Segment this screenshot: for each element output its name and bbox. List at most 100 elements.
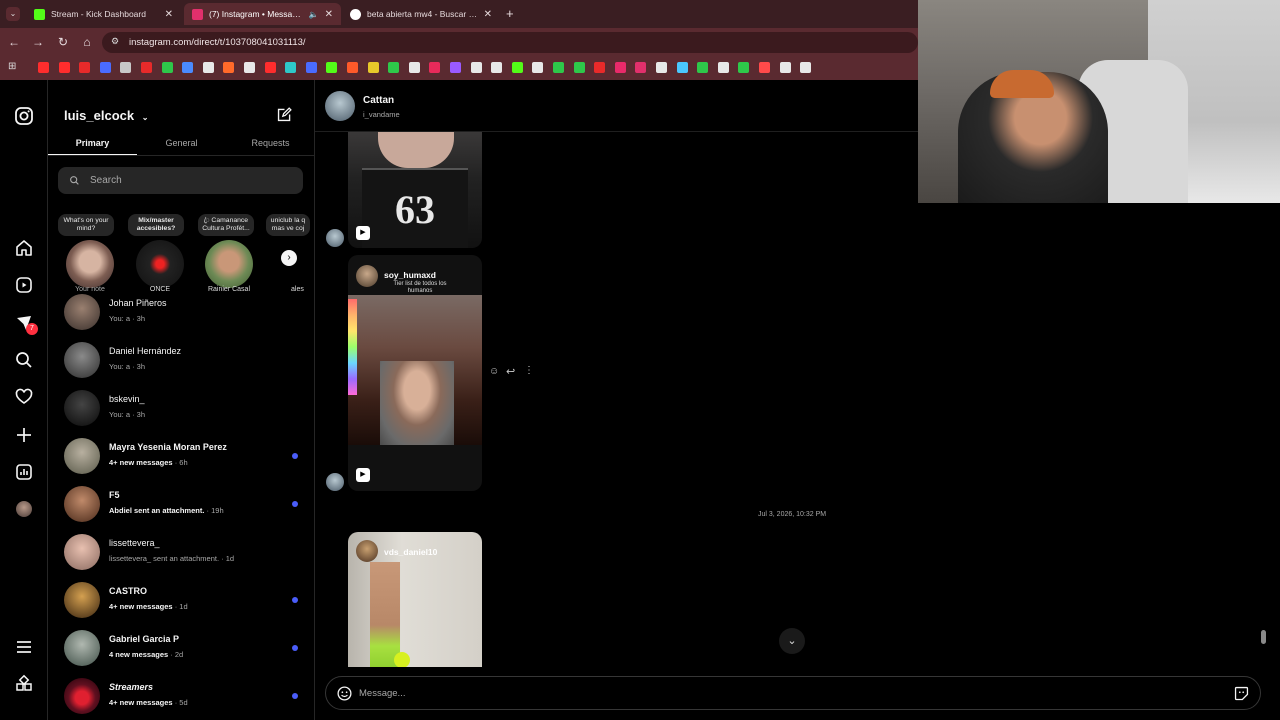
conversation-row[interactable]: Streamers 4+ new messages · 5d: [48, 672, 314, 720]
bookmark-favicon-icon[interactable]: [429, 62, 441, 73]
also-from-meta-icon[interactable]: [14, 674, 34, 694]
reply-icon[interactable]: ↩: [506, 365, 515, 378]
bookmark-favicon-icon[interactable]: [326, 62, 338, 73]
bookmark-favicon-icon[interactable]: [656, 62, 667, 73]
note-bubble[interactable]: Mix/master accesibles?: [128, 214, 184, 236]
search-input[interactable]: Search: [58, 167, 303, 194]
peer-name[interactable]: Cattan: [363, 95, 394, 106]
note-bubble[interactable]: uniclub la q mas ve coj: [266, 214, 310, 236]
bookmark-favicon-icon[interactable]: [470, 62, 482, 73]
note-bubble[interactable]: What's on your mind?: [58, 214, 114, 236]
create-icon[interactable]: [14, 425, 34, 445]
heart-icon[interactable]: [14, 387, 34, 407]
bookmark-favicon-icon[interactable]: [223, 62, 235, 73]
menu-icon[interactable]: [14, 637, 34, 657]
bookmark-favicon-icon[interactable]: [264, 62, 276, 73]
bookmark-favicon-icon[interactable]: [491, 62, 503, 73]
reels-icon[interactable]: [14, 275, 34, 295]
home-icon[interactable]: ⌂: [79, 34, 95, 50]
bookmark-favicon-icon[interactable]: [58, 62, 70, 73]
conversation-row[interactable]: Daniel Hernández You: a · 3h: [48, 336, 314, 384]
bookmark-favicon-icon[interactable]: [202, 62, 214, 73]
bookmark-favicon-icon[interactable]: [738, 62, 750, 73]
bookmark-favicon-icon[interactable]: [182, 62, 194, 73]
conversation-row[interactable]: Johan Piñeros You: a · 3h: [48, 288, 314, 336]
apps-icon[interactable]: ⊞: [8, 61, 20, 73]
conversation-row[interactable]: lissettevera_ lissettevera_ sent an atta…: [48, 528, 314, 576]
conversation-row[interactable]: Gabriel Garcia P 4 new messages · 2d: [48, 624, 314, 672]
story-avatar[interactable]: [66, 240, 114, 288]
bookmark-favicon-icon[interactable]: [800, 62, 812, 73]
search-icon[interactable]: [14, 350, 34, 370]
peer-avatar[interactable]: [325, 91, 355, 121]
emoji-icon[interactable]: [336, 685, 353, 702]
home-icon[interactable]: [14, 238, 34, 258]
profile-avatar[interactable]: [16, 501, 32, 517]
message-composer[interactable]: Message...: [325, 676, 1261, 710]
bookmark-favicon-icon[interactable]: [779, 62, 791, 73]
shared-reel[interactable]: vds_daniel10: [348, 532, 482, 667]
stories-next-button[interactable]: ›: [281, 250, 297, 266]
bookmark-favicon-icon[interactable]: [99, 62, 111, 73]
browser-tab-google[interactable]: beta abierta mw4 - Buscar con ✕: [342, 3, 500, 25]
bookmark-favicon-icon[interactable]: [614, 62, 626, 73]
instagram-logo-icon[interactable]: [14, 106, 34, 126]
bookmark-favicon-icon[interactable]: [717, 62, 729, 73]
bookmark-favicon-icon[interactable]: [285, 62, 297, 73]
bookmark-favicon-icon[interactable]: [79, 62, 91, 73]
account-switcher[interactable]: luis_elcock ⌄: [64, 108, 148, 123]
bookmark-favicon-icon[interactable]: [759, 62, 770, 73]
bookmark-favicon-icon[interactable]: [347, 62, 358, 73]
bookmark-favicon-icon[interactable]: [532, 62, 544, 73]
address-bar[interactable]: ⚙ instagram.com/direct/t/103708041031113…: [102, 32, 918, 53]
tab-general[interactable]: General: [137, 138, 226, 148]
conversation-row[interactable]: bskevin_ You: a · 3h: [48, 384, 314, 432]
conversation-row[interactable]: CASTRO 4+ new messages · 1d: [48, 576, 314, 624]
bookmark-favicon-icon[interactable]: [450, 62, 461, 73]
shared-reel[interactable]: 63 ▶: [348, 132, 482, 248]
conversation-row[interactable]: Mayra Yesenia Moran Perez 4+ new message…: [48, 432, 314, 480]
bookmark-favicon-icon[interactable]: [573, 62, 585, 73]
browser-tab-instagram[interactable]: (7) Instagram • Messages 🔈 ✕: [184, 3, 341, 25]
bookmark-favicon-icon[interactable]: [676, 62, 688, 73]
new-tab-button[interactable]: +: [506, 6, 514, 21]
sticker-icon[interactable]: [1233, 685, 1250, 702]
bookmark-favicon-icon[interactable]: [388, 62, 400, 73]
bookmark-favicon-icon[interactable]: [635, 62, 647, 73]
bookmark-favicon-icon[interactable]: [244, 62, 255, 73]
bookmark-favicon-icon[interactable]: [38, 62, 49, 73]
tab-requests[interactable]: Requests: [226, 138, 314, 148]
scrollbar-thumb[interactable]: [1261, 630, 1266, 644]
chat-scrollbar[interactable]: [1259, 214, 1269, 664]
back-icon[interactable]: ←: [6, 34, 22, 50]
bookmark-favicon-icon[interactable]: [594, 62, 606, 73]
forward-icon[interactable]: →: [30, 34, 46, 50]
note-bubble[interactable]: ꦿ Camanance Cultura Profét...: [198, 214, 254, 236]
bookmark-favicon-icon[interactable]: [697, 62, 709, 73]
bookmark-favicon-icon[interactable]: [553, 62, 564, 73]
story-avatar[interactable]: [136, 240, 184, 288]
tab-primary[interactable]: Primary: [48, 138, 137, 155]
shared-reel[interactable]: soy_humaxd Tier list de todos los humano…: [348, 255, 482, 491]
new-message-icon[interactable]: [276, 106, 293, 123]
react-emoji-icon[interactable]: ☺: [489, 366, 499, 377]
close-icon[interactable]: ✕: [484, 9, 492, 20]
conversation-row[interactable]: F5 Abdiel sent an attachment. · 19h: [48, 480, 314, 528]
more-options-icon[interactable]: ⋮: [524, 365, 534, 376]
site-info-icon[interactable]: ⚙: [111, 36, 119, 47]
bookmark-favicon-icon[interactable]: [367, 62, 379, 73]
bookmark-favicon-icon[interactable]: [120, 62, 132, 73]
browser-tab-kick[interactable]: Stream - Kick Dashboard ✕: [26, 3, 181, 25]
story-avatar[interactable]: [205, 240, 253, 288]
bookmark-favicon-icon[interactable]: [161, 62, 173, 73]
dashboard-icon[interactable]: [14, 462, 34, 482]
tab-search-button[interactable]: ⌄: [6, 7, 20, 21]
close-icon[interactable]: ✕: [165, 9, 173, 20]
bookmark-favicon-icon[interactable]: [305, 62, 317, 73]
speaker-icon[interactable]: 🔈: [309, 10, 319, 19]
bookmark-favicon-icon[interactable]: [511, 62, 523, 73]
reload-icon[interactable]: ↻: [55, 34, 71, 50]
bookmark-favicon-icon[interactable]: [408, 62, 420, 73]
scroll-to-bottom-button[interactable]: ⌄: [779, 628, 805, 654]
bookmark-favicon-icon[interactable]: [141, 62, 152, 73]
